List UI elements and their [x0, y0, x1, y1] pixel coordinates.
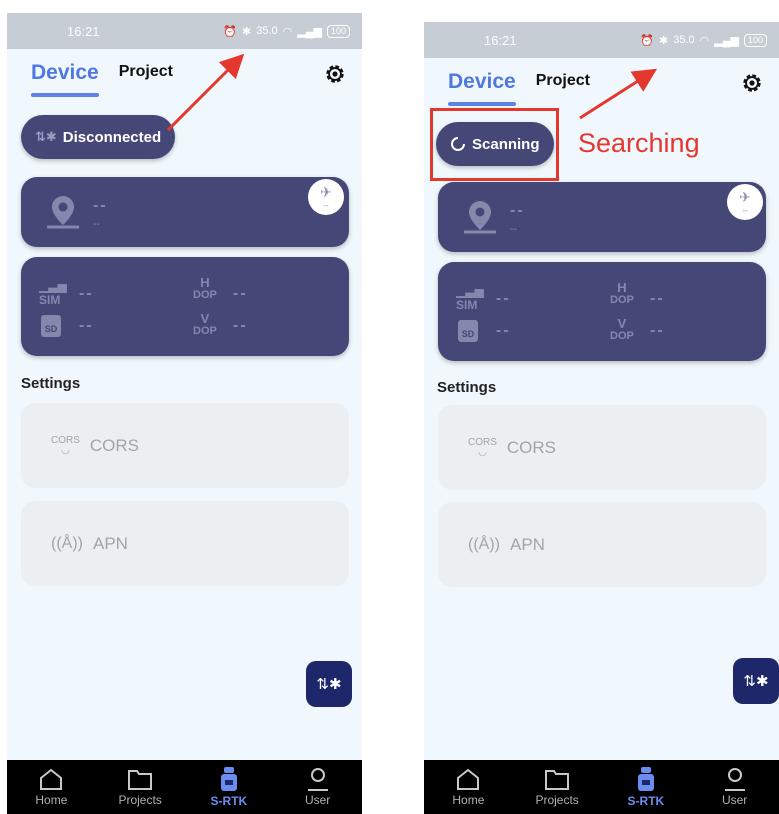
location-pin-icon: [47, 196, 79, 229]
bluetooth-arrows-icon: ⇅✱: [743, 673, 769, 690]
home-icon: [40, 768, 63, 790]
gear-icon[interactable]: [741, 72, 763, 94]
antenna-icon: ((Å)): [51, 534, 83, 552]
nav-s-rtk[interactable]: S-RTK: [194, 766, 264, 808]
status-card: ▁▃▅ SIM -- SD -- H DOP -- V DOP --: [21, 257, 349, 356]
hdop-label: H DOP: [610, 280, 634, 306]
bluetooth-icon: ✱: [659, 34, 669, 47]
rtk-receiver-icon: [220, 767, 237, 791]
top-tabs: Device Project: [448, 70, 590, 106]
connection-status-button[interactable]: ⇅✱ Disconnected: [21, 115, 176, 159]
status-bar: 16:21 ⏰ ✱ 35.0 ◠ ▂▄▆ 100: [7, 13, 362, 49]
status-time: 16:21: [484, 32, 517, 48]
tab-device[interactable]: Device: [448, 70, 516, 106]
cors-setting[interactable]: CORS ◡ CORS: [21, 403, 349, 488]
nav-user[interactable]: User: [283, 767, 353, 807]
tab-device[interactable]: Device: [31, 61, 99, 97]
cors-label: CORS: [89, 435, 140, 455]
position-value: --: [510, 202, 525, 219]
sim-signal-icon: ▁▃▅ SIM: [456, 284, 484, 312]
vdop-value: --: [233, 317, 248, 334]
folder-icon: [128, 770, 153, 790]
satellite-badge[interactable]: ✈ --: [727, 184, 763, 220]
status-bar: 16:21 ⏰ ✱ 35.0 ◠ ▂▄▆ 100: [424, 22, 779, 58]
apn-setting[interactable]: ((Å)) APN: [21, 501, 349, 586]
alarm-icon: ⏰: [640, 34, 654, 47]
apn-setting[interactable]: ((Å)) APN: [438, 502, 766, 587]
cors-icon: CORS ◡: [468, 436, 497, 458]
vdop-label: V DOP: [610, 316, 634, 342]
connection-label: Disconnected: [62, 128, 162, 146]
sim-value: --: [79, 285, 94, 302]
satellite-icon: ✈: [320, 184, 332, 200]
nav-user[interactable]: User: [700, 767, 770, 807]
tab-project[interactable]: Project: [119, 63, 173, 97]
satellite-icon: ✈: [739, 189, 751, 205]
rtk-receiver-icon: [637, 767, 654, 791]
apn-label: APN: [92, 533, 128, 553]
user-icon: [724, 768, 745, 791]
nav-s-rtk[interactable]: S-RTK: [611, 766, 681, 808]
bottom-nav: Home Projects S-RTK User: [7, 760, 362, 814]
wifi-icon: ◠: [282, 25, 293, 38]
nav-home[interactable]: Home: [433, 767, 503, 807]
bluetooth-icon: ✱: [242, 25, 252, 38]
speed-readout: 35.0: [673, 34, 695, 46]
sd-value: --: [79, 317, 94, 334]
wifi-icon: ◠: [699, 34, 710, 47]
hdop-label: H DOP: [193, 275, 217, 301]
battery-icon: 100: [743, 33, 767, 47]
signal-icon: ▂▄▆: [297, 25, 322, 38]
sim-value: --: [496, 290, 511, 307]
satellite-badge[interactable]: ✈ --: [308, 179, 344, 215]
annotation-highlight-box: [430, 108, 559, 181]
vdop-value: --: [650, 322, 665, 339]
hdop-value: --: [233, 285, 248, 302]
status-time: 16:21: [67, 23, 100, 39]
bluetooth-connect-button[interactable]: ⇅✱: [306, 661, 352, 707]
nav-projects[interactable]: Projects: [522, 767, 592, 807]
phone-screen-disconnected: 16:21 ⏰ ✱ 35.0 ◠ ▂▄▆ 100 Device Project …: [7, 13, 362, 814]
bluetooth-connect-button[interactable]: ⇅✱: [733, 658, 779, 704]
sd-card-icon: SD: [41, 315, 61, 337]
location-pin-icon: [464, 201, 496, 234]
tab-project[interactable]: Project: [536, 72, 590, 106]
bluetooth-arrows-icon: ⇅✱: [316, 676, 342, 693]
nav-home[interactable]: Home: [16, 767, 86, 807]
vdop-label: V DOP: [193, 311, 217, 337]
apn-label: APN: [509, 534, 545, 554]
speed-readout: 35.0: [256, 25, 278, 37]
user-icon: [307, 768, 328, 791]
sd-value: --: [496, 322, 511, 339]
settings-title: Settings: [437, 379, 497, 396]
position-sub: --: [93, 219, 100, 230]
position-card: -- -- ✈ --: [438, 182, 766, 252]
signal-icon: ▂▄▆: [714, 34, 739, 47]
antenna-icon: ((Å)): [468, 535, 500, 553]
gear-icon[interactable]: [324, 63, 346, 85]
cors-label: CORS: [506, 437, 557, 457]
settings-title: Settings: [21, 375, 81, 392]
hdop-value: --: [650, 290, 665, 307]
position-value: --: [93, 197, 108, 214]
position-card: -- -- ✈ --: [21, 177, 349, 247]
status-card: ▁▃▅ SIM -- SD -- H DOP -- V DOP --: [438, 262, 766, 361]
position-sub: --: [510, 224, 517, 235]
cors-icon: CORS ◡: [51, 434, 80, 456]
bluetooth-arrows-icon: ⇅✱: [35, 129, 57, 144]
top-tabs: Device Project: [31, 61, 173, 97]
alarm-icon: ⏰: [223, 25, 237, 38]
nav-projects[interactable]: Projects: [105, 767, 175, 807]
sd-card-icon: SD: [458, 320, 478, 342]
battery-icon: 100: [326, 24, 350, 38]
home-icon: [457, 768, 480, 790]
folder-icon: [545, 770, 570, 790]
annotation-searching-label: Searching: [578, 128, 700, 158]
bottom-nav: Home Projects S-RTK User: [424, 760, 779, 814]
cors-setting[interactable]: CORS ◡ CORS: [438, 405, 766, 490]
sim-signal-icon: ▁▃▅ SIM: [39, 279, 67, 307]
